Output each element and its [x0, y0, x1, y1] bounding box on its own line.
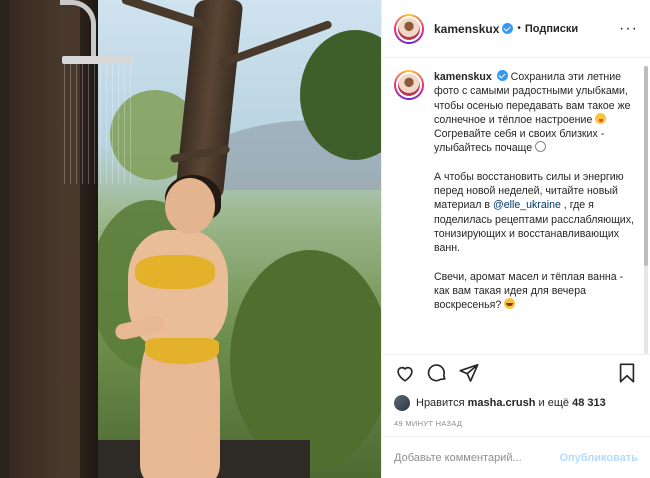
wink-tongue-emoji-icon [595, 112, 607, 124]
caption-paragraph: А чтобы восстановить силы и энергию пере… [434, 170, 634, 256]
caption-avatar[interactable] [394, 70, 424, 100]
photo-bikini-top [135, 255, 215, 289]
separator-dot: • [517, 23, 521, 34]
scrollbar-thumb[interactable] [644, 66, 648, 266]
publish-button[interactable]: Опубликовать [559, 452, 638, 464]
caption-username[interactable]: kamenskux [434, 71, 492, 83]
photo-water [64, 64, 134, 184]
heart-icon[interactable] [394, 362, 416, 384]
post-side-panel: kamenskux • Подписки ··· kamenskux Сохра… [381, 0, 650, 478]
mention-link[interactable]: @elle_ukraine [493, 199, 561, 211]
comment-input[interactable] [394, 451, 560, 464]
caption-area: kamenskux Сохранила эти летние фото с са… [382, 58, 650, 354]
grin-emoji-icon [504, 298, 516, 310]
photo-shower-pipe [60, 0, 96, 60]
following-button[interactable]: Подписки [525, 23, 578, 35]
photo-person-face [165, 178, 215, 234]
post-photo[interactable] [0, 0, 381, 478]
likes-prefix: Нравится [416, 397, 465, 409]
comment-bar: Опубликовать [382, 436, 650, 478]
verified-icon [502, 23, 514, 34]
liker-username[interactable]: masha.crush [468, 397, 536, 409]
smile-emoji-icon [535, 141, 547, 153]
caption-text-part: Свечи, аромат масел и тёплая ванна - как… [434, 270, 627, 312]
caption-scrollbar[interactable] [644, 66, 648, 354]
likes-row: Нравится masha.crush и ещё 48 313 [382, 390, 650, 416]
more-icon[interactable]: ··· [619, 20, 638, 38]
author-avatar[interactable] [394, 13, 424, 44]
author-username[interactable]: kamenskux [434, 22, 499, 36]
liker-avatar[interactable] [394, 395, 410, 411]
photo-shower-head [62, 56, 134, 64]
post-timestamp[interactable]: 49 МИНУТ НАЗАД [382, 416, 650, 432]
action-bar [382, 354, 650, 390]
bookmark-icon[interactable] [616, 362, 638, 384]
likes-middle: и ещё [538, 397, 570, 409]
comment-icon[interactable] [426, 362, 448, 384]
share-icon[interactable] [458, 362, 480, 384]
post-header: kamenskux • Подписки ··· [382, 0, 650, 58]
caption-text: kamenskux Сохранила эти летние фото с са… [434, 70, 634, 354]
likes-count[interactable]: 48 313 [572, 397, 606, 409]
post-dialog: kamenskux • Подписки ··· kamenskux Сохра… [0, 0, 650, 478]
caption-paragraph: Свечи, аромат масел и тёплая ванна - как… [434, 270, 634, 313]
photo-bush [230, 250, 381, 470]
caption-paragraph: kamenskux Сохранила эти летние фото с са… [434, 70, 634, 156]
verified-icon [496, 70, 508, 81]
photo-bikini-bottom [145, 338, 219, 364]
